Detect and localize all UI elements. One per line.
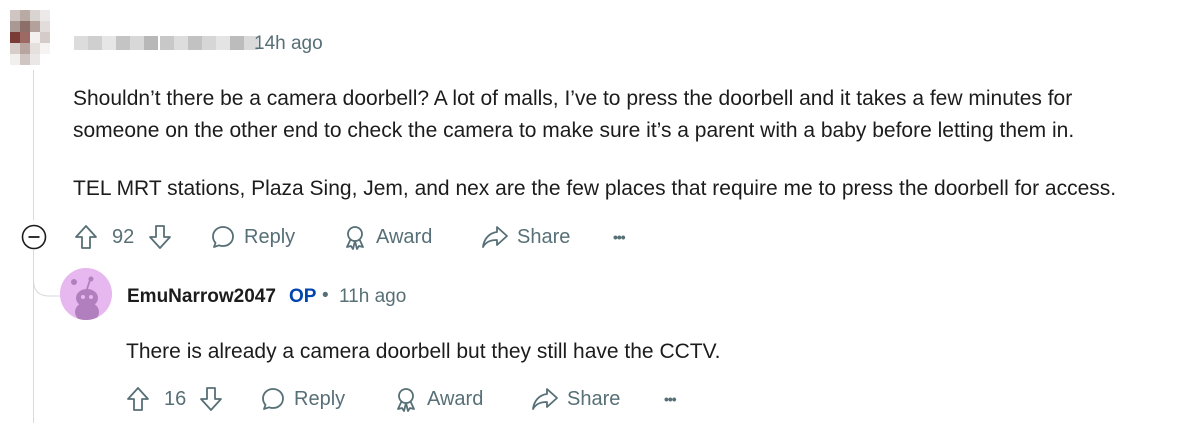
- share-arrow-icon: [482, 226, 508, 248]
- avatar[interactable]: [60, 268, 112, 320]
- downvote-button[interactable]: [199, 384, 223, 414]
- share-label: Share: [517, 225, 571, 248]
- reply-label: Reply: [294, 387, 346, 410]
- share-button[interactable]: Share: [481, 222, 570, 252]
- reply-timestamp: 11h ago: [339, 286, 407, 307]
- downvote-arrow-icon: [149, 225, 171, 249]
- share-arrow-icon: [532, 388, 558, 410]
- award-button[interactable]: Award: [393, 384, 483, 414]
- award-button[interactable]: Award: [342, 222, 432, 252]
- thread-connector: [33, 250, 63, 297]
- award-icon: [397, 388, 415, 412]
- award-icon: [346, 226, 364, 250]
- reply-button[interactable]: Reply: [260, 384, 345, 414]
- op-badge: OP: [289, 286, 317, 307]
- reply-username[interactable]: EmuNarrow2047: [127, 286, 276, 308]
- vote-count: 16: [164, 387, 187, 410]
- avatar[interactable]: [10, 10, 50, 66]
- reply-action-bar: 16 Reply Award Share •••: [0, 384, 700, 414]
- parent-comment-line-1: Shouldn’t there be a camera doorbell? A …: [73, 87, 1073, 110]
- thread-line-parent: [33, 70, 34, 220]
- more-options-button[interactable]: •••: [664, 384, 677, 414]
- reply-button[interactable]: Reply: [210, 222, 295, 252]
- parent-action-bar: 92 Reply Award Share •••: [0, 222, 700, 252]
- comment-bubble-icon: [212, 226, 234, 248]
- upvote-button[interactable]: [74, 222, 98, 252]
- author-name-redacted: [74, 36, 158, 50]
- share-button[interactable]: Share: [531, 384, 620, 414]
- share-label: Share: [567, 387, 621, 410]
- reply-label: Reply: [244, 225, 296, 248]
- more-options-icon: •••: [664, 391, 677, 407]
- parent-timestamp: 14h ago: [254, 33, 323, 54]
- award-label: Award: [376, 225, 433, 248]
- more-options-button[interactable]: •••: [613, 222, 626, 252]
- comment-bubble-icon: [262, 388, 284, 410]
- parent-comment-line-3: TEL MRT stations, Plaza Sing, Jem, and n…: [73, 177, 1117, 200]
- upvote-arrow-icon: [75, 225, 97, 249]
- upvote-button[interactable]: [126, 384, 150, 414]
- author-name-redacted-2: [160, 36, 258, 50]
- reply-comment-text: There is already a camera doorbell but t…: [126, 340, 721, 363]
- upvote-arrow-icon: [127, 387, 149, 411]
- award-label: Award: [427, 387, 484, 410]
- meta-separator: •: [322, 285, 329, 306]
- downvote-arrow-icon: [200, 387, 222, 411]
- vote-count: 92: [112, 225, 135, 248]
- downvote-button[interactable]: [148, 222, 172, 252]
- parent-comment-line-2: someone on the other end to check the ca…: [73, 119, 1075, 142]
- more-options-icon: •••: [613, 229, 626, 245]
- snoo-avatar-icon: [60, 268, 112, 320]
